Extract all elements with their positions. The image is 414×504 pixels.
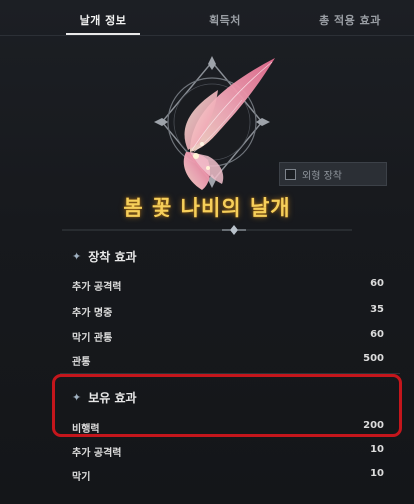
effect-value: 500 — [363, 353, 384, 364]
checkbox-icon[interactable] — [285, 168, 296, 180]
equip-effect-row: 관통 500 — [72, 353, 384, 371]
tab-bar: 날개 정보 획득처 총 적용 효과 — [0, 0, 414, 44]
equip-effects-header: ✦ 장착 효과 — [72, 248, 137, 265]
owned-effect-row: 추가 공격력 10 — [72, 444, 384, 462]
effect-value: 10 — [370, 468, 384, 479]
effect-value: 35 — [370, 304, 384, 315]
appearance-equip-label: 외형 장착 — [302, 170, 342, 182]
effect-label: 막기 관통 — [72, 333, 113, 344]
effect-value: 60 — [370, 329, 384, 340]
sparkle-icon: ✦ — [72, 250, 82, 263]
effect-label: 추가 공격력 — [72, 282, 122, 293]
effect-value: 60 — [370, 278, 384, 289]
effect-label: 관통 — [72, 357, 91, 368]
tab-total-effects[interactable]: 총 적용 효과 — [310, 12, 390, 28]
tab-wing-info[interactable]: 날개 정보 — [66, 12, 140, 28]
effect-label: 추가 명중 — [72, 308, 113, 319]
effect-label: 막기 — [72, 472, 91, 483]
tab-acquisition[interactable]: 획득처 — [196, 12, 254, 28]
appearance-equip-toggle[interactable]: 외형 장착 — [279, 162, 387, 186]
item-name: 봄 꽃 나비의 날개 — [123, 196, 291, 220]
title-divider — [62, 225, 352, 235]
equip-effect-row: 추가 공격력 60 — [72, 278, 384, 296]
butterfly-wing-emblem — [154, 56, 275, 190]
highlight-box — [52, 374, 402, 437]
effect-label: 추가 공격력 — [72, 448, 122, 459]
effect-value: 10 — [370, 444, 384, 455]
equip-effect-row: 막기 관통 60 — [72, 329, 384, 347]
equip-effects-title: 장착 효과 — [88, 250, 137, 264]
owned-effect-row: 막기 10 — [72, 468, 384, 486]
equip-effect-row: 추가 명중 35 — [72, 304, 384, 322]
tab-divider — [0, 35, 414, 36]
